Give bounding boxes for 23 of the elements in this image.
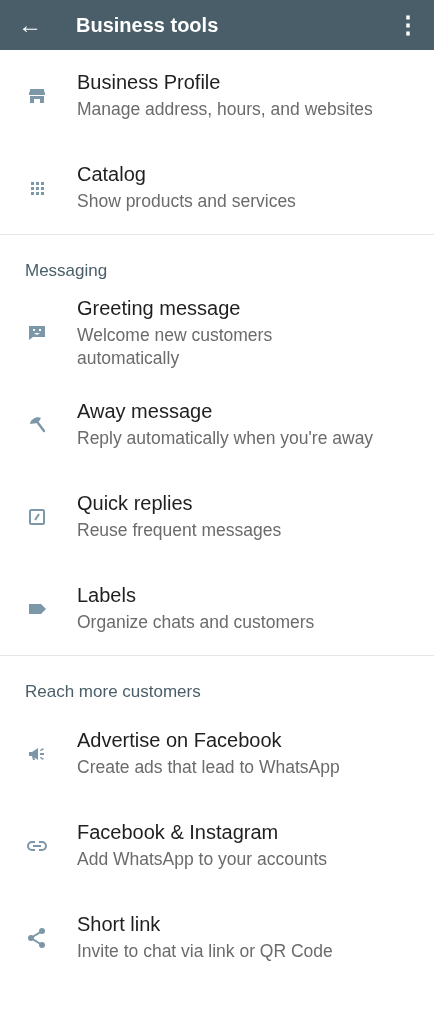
item-subtitle: Organize chats and customers [77,611,315,634]
item-title[interactable]: Greeting message [77,296,317,320]
item-title[interactable]: Facebook & Instagram [77,821,327,844]
item-title[interactable]: Advertise on Facebook [77,729,340,752]
section-header: Reach more customers [24,681,202,703]
item-subtitle: Reply automatically when you're away [77,427,374,450]
item-title[interactable]: Quick replies [77,492,282,515]
item-title[interactable]: Labels [77,584,315,607]
back-button[interactable]: ← [18,11,76,39]
item-subtitle: Welcome new customers automatically [77,323,274,370]
item-title[interactable]: Away message [77,400,374,423]
item-subtitle: Manage address, hours, and websites [77,98,373,121]
item-subtitle: Reuse frequent messages [77,519,282,542]
item-title[interactable]: Catalog [77,163,296,186]
item-title[interactable]: Business Profile [77,71,373,94]
screen-title: Business tools [76,13,220,37]
section-header: Messaging [24,260,109,282]
item-subtitle: Invite to chat via link or QR Code [77,940,333,963]
item-subtitle: Create ads that lead to WhatsApp [77,756,340,779]
item-subtitle: Add WhatsApp to your accounts [77,848,327,871]
item-title[interactable]: Short link [77,913,333,936]
item-subtitle: Show products and services [77,190,296,213]
menu-button[interactable]: ⋮ [396,11,420,39]
